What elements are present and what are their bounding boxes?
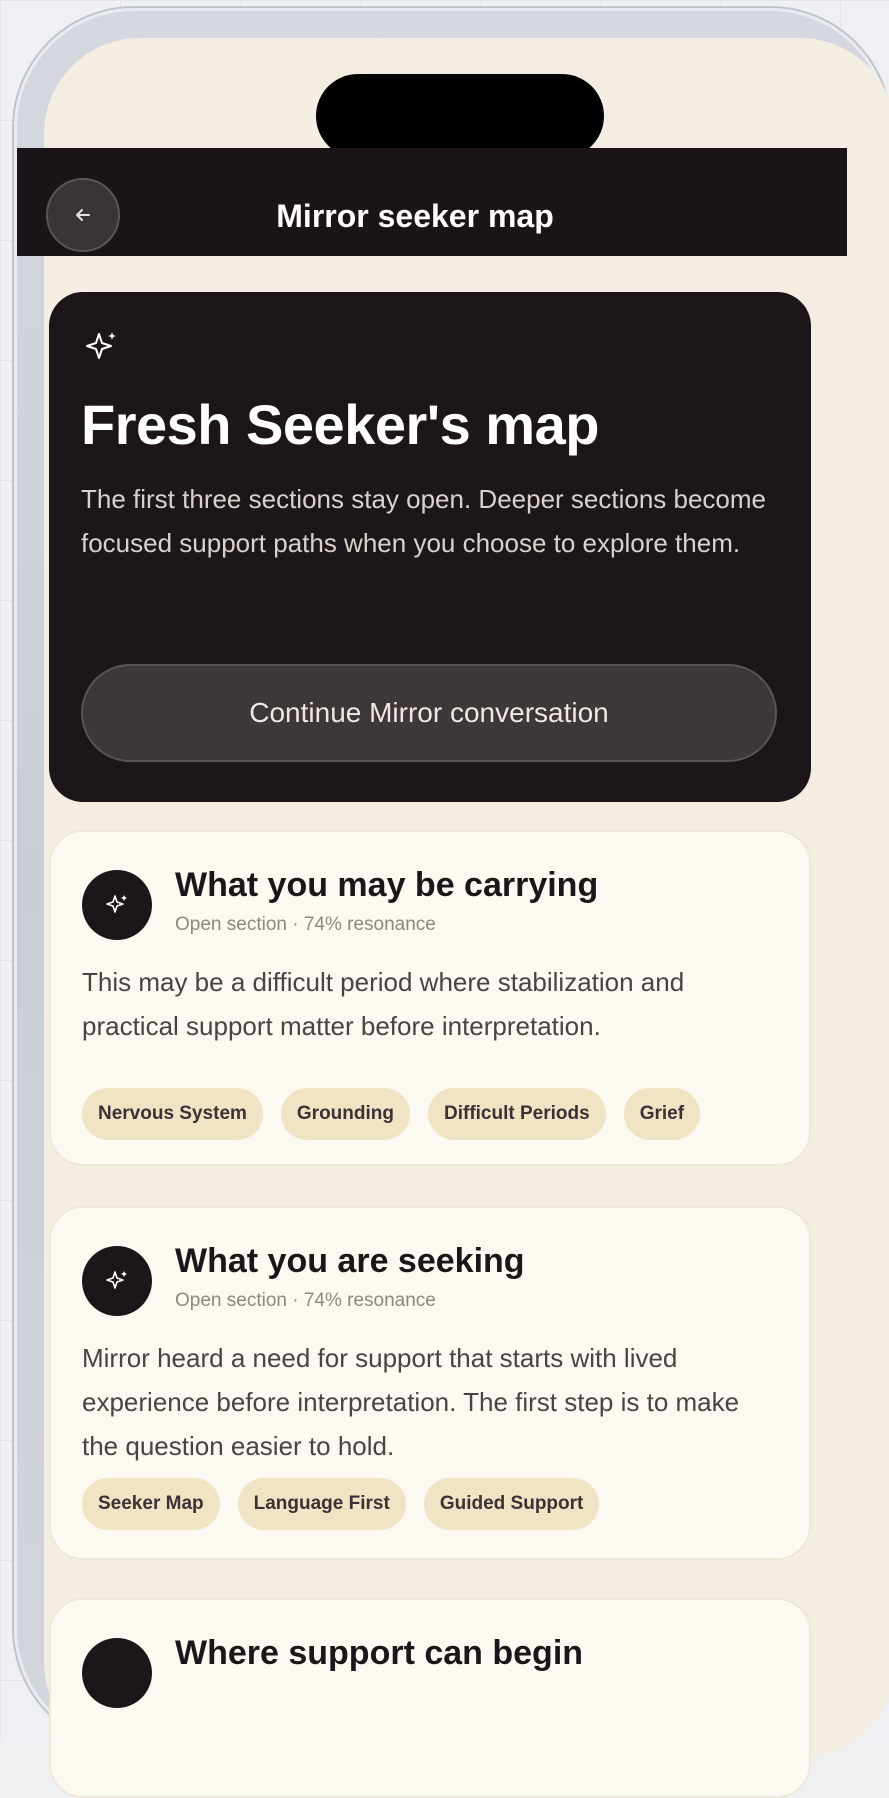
- tag-list: Seeker Map Language First Guided Support: [82, 1478, 599, 1530]
- tag-chip[interactable]: Nervous System: [82, 1088, 263, 1140]
- dynamic-island: [316, 74, 604, 158]
- sparkle-icon: [81, 328, 121, 368]
- tag-chip[interactable]: Difficult Periods: [428, 1088, 606, 1140]
- back-button[interactable]: [46, 178, 120, 252]
- section-meta: Open section · 74% resonance: [175, 1290, 436, 1312]
- tag-chip[interactable]: Language First: [238, 1478, 406, 1530]
- tag-chip[interactable]: Guided Support: [424, 1478, 600, 1530]
- section-body: Mirror heard a need for support that sta…: [82, 1336, 782, 1468]
- hero-title: Fresh Seeker's map: [81, 392, 599, 457]
- section-title: Where support can begin: [175, 1634, 583, 1673]
- sparkle-icon: [104, 1268, 130, 1294]
- sparkle-icon: [104, 892, 130, 918]
- section-card[interactable]: What you may be carrying Open section · …: [49, 830, 811, 1166]
- hero-card: Fresh Seeker's map The first three secti…: [49, 292, 811, 802]
- section-card[interactable]: Where support can begin: [49, 1598, 811, 1798]
- section-title: What you may be carrying: [175, 866, 598, 905]
- section-card[interactable]: What you are seeking Open section · 74% …: [49, 1206, 811, 1560]
- tag-chip[interactable]: Grief: [624, 1088, 700, 1140]
- section-title: What you are seeking: [175, 1242, 525, 1281]
- tag-chip[interactable]: Seeker Map: [82, 1478, 220, 1530]
- page-title: Mirror seeker map: [150, 198, 680, 235]
- hero-description: The first three sections stay open. Deep…: [81, 477, 781, 565]
- section-icon: [82, 1246, 152, 1316]
- section-meta: Open section · 74% resonance: [175, 914, 436, 936]
- section-icon: [82, 1638, 152, 1708]
- tag-chip[interactable]: Grounding: [281, 1088, 410, 1140]
- continue-conversation-button[interactable]: Continue Mirror conversation: [81, 664, 777, 762]
- arrow-left-icon: [72, 204, 94, 226]
- section-body: This may be a difficult period where sta…: [82, 960, 782, 1048]
- tag-list: Nervous System Grounding Difficult Perio…: [82, 1088, 700, 1140]
- section-icon: [82, 870, 152, 940]
